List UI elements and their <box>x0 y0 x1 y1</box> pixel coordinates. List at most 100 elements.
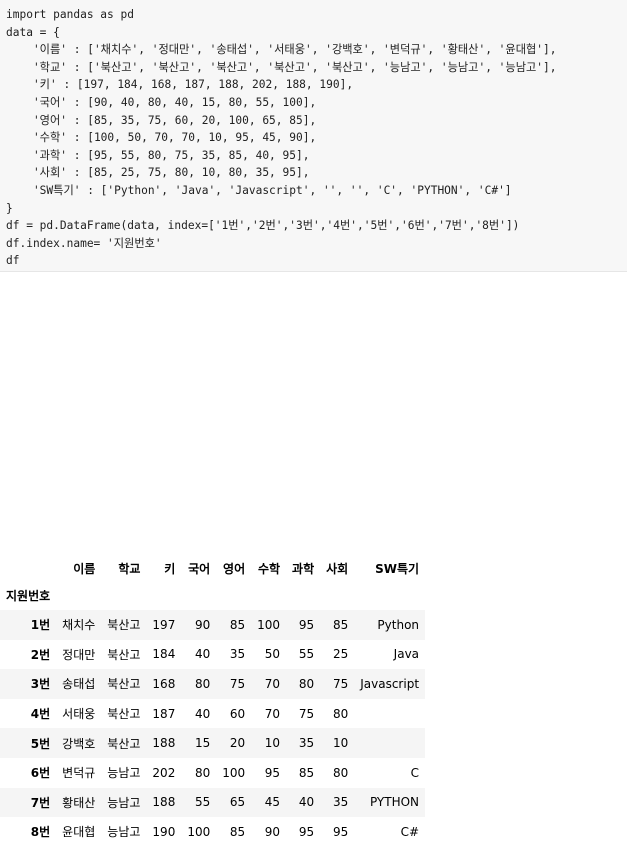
table-cell: 능남고 <box>107 825 141 840</box>
column-header: 수학 <box>257 561 281 576</box>
table-cell: 95 <box>298 824 315 839</box>
table-cell: C <box>410 765 420 780</box>
table-cell: 55 <box>298 647 315 662</box>
index-name-row: 지원번호 <box>0 581 425 610</box>
row-index: 6번 <box>30 766 51 781</box>
table-cell: 184 <box>152 647 176 662</box>
column-header: 이름 <box>73 561 96 576</box>
table-cell: 80 <box>332 706 349 721</box>
table-cell: 197 <box>152 617 176 632</box>
code-line: } <box>6 201 13 215</box>
table-row: 4번 서태웅 북산고 187 40 60 70 75 80 <box>0 699 425 729</box>
table-cell: 20 <box>229 736 246 751</box>
column-header: 학교 <box>118 561 141 576</box>
table-row: 6번 변덕규 능남고 202 80 100 95 85 80 C <box>0 758 425 788</box>
table-cell <box>354 699 425 729</box>
table-cell: 북산고 <box>107 647 141 662</box>
code-line: import pandas as pd <box>6 8 134 21</box>
table-cell: 40 <box>298 795 315 810</box>
table-cell: 70 <box>264 706 281 721</box>
table-cell: 202 <box>152 765 176 780</box>
row-index: 2번 <box>30 647 51 662</box>
table-cell: 70 <box>264 676 281 691</box>
dataframe-table: 이름 학교 키 국어 영어 수학 과학 사회 SW특기 지원번호 1번 채치수 … <box>0 555 426 847</box>
index-header-blank <box>0 555 56 581</box>
table-row: 5번 강백호 북산고 188 15 20 10 35 10 <box>0 728 426 758</box>
table-cell: 188 <box>152 795 176 810</box>
row-index: 8번 <box>30 825 51 840</box>
code-line: '수학' : [100, 50, 70, 70, 10, 95, 45, 90]… <box>6 131 317 145</box>
table-cell: 80 <box>332 765 349 780</box>
code-line: df = pd.DataFrame(data, index=['1번','2번'… <box>6 219 520 233</box>
code-line: '국어' : [90, 40, 80, 40, 15, 80, 55, 100]… <box>6 95 317 109</box>
table-cell: 75 <box>229 676 246 691</box>
row-index: 4번 <box>30 707 51 722</box>
table-cell: Javascript <box>360 676 420 691</box>
code-line: '사회' : [85, 25, 75, 80, 10, 80, 35, 95], <box>6 166 310 180</box>
table-cell: 황태산 <box>62 795 96 810</box>
table-row: 7번 황태산 능남고 188 55 65 45 40 35 PYTHON <box>0 787 426 818</box>
table-cell: 188 <box>152 736 176 751</box>
column-header: 사회 <box>326 561 349 576</box>
table-cell: 35 <box>332 795 349 810</box>
column-header: 국어 <box>188 561 211 576</box>
table-cell: 100 <box>187 824 211 839</box>
row-index: 1번 <box>30 618 51 633</box>
table-cell: 35 <box>229 647 246 662</box>
table-cell: 40 <box>194 647 211 662</box>
table-cell: 10 <box>264 736 281 751</box>
table-cell: 북산고 <box>107 618 141 633</box>
table-row: 8번 윤대협 능남고 190 100 85 90 95 95 C# <box>0 817 425 847</box>
code-line: '영어' : [85, 35, 75, 60, 20, 100, 65, 85]… <box>6 113 317 127</box>
row-index: 7번 <box>30 795 51 810</box>
column-header: 과학 <box>292 561 315 576</box>
table-cell: 변덕규 <box>62 766 96 781</box>
code-line: '과학' : [95, 55, 80, 75, 35, 85, 40, 95], <box>6 148 310 162</box>
table-cell: 10 <box>332 736 349 751</box>
table-cell: Java <box>393 647 420 662</box>
table-cell: 60 <box>229 706 246 721</box>
code-line: data = { <box>6 25 60 39</box>
table-cell: 100 <box>257 617 281 632</box>
code-line: df.index.name= '지원번호' <box>6 236 162 250</box>
table-row: 1번 채치수 북산고 197 90 85 100 95 85 Python <box>0 610 426 640</box>
table-cell: 45 <box>264 795 281 810</box>
table-cell: 168 <box>152 676 176 691</box>
table-cell: 65 <box>229 795 246 810</box>
table-cell: C# <box>400 824 420 839</box>
table-cell: 35 <box>298 736 315 751</box>
table-cell: 95 <box>332 824 349 839</box>
code-line: 'SW특기' : ['Python', 'Java', 'Javascript'… <box>6 183 512 197</box>
table-cell: 55 <box>194 795 211 810</box>
table-cell: 송태섭 <box>62 677 96 692</box>
table-cell: 강백호 <box>62 736 96 751</box>
table-cell: Python <box>377 617 420 632</box>
table-cell: 50 <box>264 647 281 662</box>
table-cell: 25 <box>332 647 349 662</box>
table-cell: 85 <box>332 617 349 632</box>
table-cell: 90 <box>264 824 281 839</box>
table-cell: 채치수 <box>62 618 96 633</box>
index-name: 지원번호 <box>6 589 51 603</box>
code-cell[interactable]: import pandas as pd data = { '이름' : ['채치… <box>0 0 627 272</box>
table-cell: 15 <box>194 736 211 751</box>
table-cell: 80 <box>298 676 315 691</box>
table-cell: 윤대협 <box>62 825 96 840</box>
header-row: 이름 학교 키 국어 영어 수학 과학 사회 SW특기 <box>0 555 425 581</box>
row-index: 5번 <box>30 736 51 751</box>
table-cell: 북산고 <box>107 677 141 692</box>
table-cell: 187 <box>152 706 176 721</box>
table-cell <box>354 728 425 758</box>
table-cell: 80 <box>194 765 211 780</box>
table-cell: 100 <box>222 765 246 780</box>
table-cell: 40 <box>194 706 211 721</box>
table-cell: PYTHON <box>369 795 420 810</box>
table-cell: 95 <box>264 765 281 780</box>
table-cell: 90 <box>194 617 211 632</box>
table-cell: 북산고 <box>107 736 141 751</box>
code-line: '키' : [197, 184, 168, 187, 188, 202, 188… <box>6 78 354 92</box>
table-cell: 능남고 <box>107 795 141 810</box>
table-row: 3번 송태섭 북산고 168 80 75 70 80 75 Javascript <box>0 669 426 699</box>
table-cell: 85 <box>229 824 246 839</box>
table-cell: 서태웅 <box>62 707 96 722</box>
